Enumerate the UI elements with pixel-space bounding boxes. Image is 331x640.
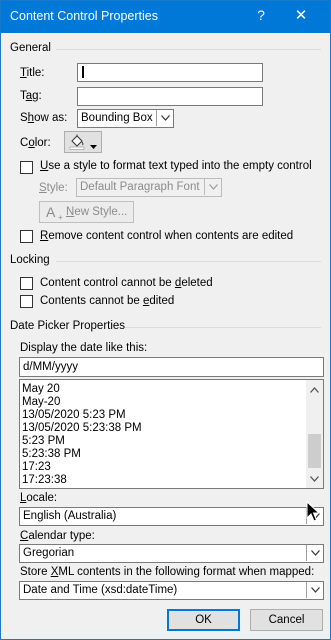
cannot-edit-label: Contents cannot be edited [40, 295, 175, 307]
locking-heading: Locking [10, 254, 50, 266]
locking-divider [56, 261, 321, 262]
close-icon[interactable]: ✕ [293, 6, 309, 24]
calendar-type-label: Calendar type: [20, 530, 95, 542]
chevron-down-icon [306, 545, 323, 561]
date-picker-heading: Date Picker Properties [10, 320, 126, 332]
use-style-label: Use a style to format text typed into th… [40, 160, 312, 172]
ok-button-label: OK [195, 614, 212, 626]
chevron-down-icon [204, 179, 221, 195]
tag-label: Tag: [20, 90, 42, 102]
date-format-input[interactable]: d/MM/yyyy [19, 357, 324, 377]
ok-button[interactable]: OK [167, 609, 240, 631]
show-as-label: Show as: [20, 112, 68, 124]
xml-format-label: Store XML contents in the following form… [20, 566, 315, 578]
show-as-value: Bounding Box [81, 112, 153, 124]
title-bar: Content Control Properties ? ✕ [1, 1, 330, 33]
mouse-cursor-icon [306, 500, 321, 526]
general-heading: General [10, 42, 51, 54]
list-item[interactable]: May 20 [22, 383, 60, 395]
locale-value: English (Australia) [23, 510, 117, 522]
locale-select[interactable]: English (Australia) [19, 507, 324, 526]
list-item[interactable]: 5:23 PM [22, 435, 65, 447]
display-date-label: Display the date like this: [20, 342, 148, 354]
list-item[interactable]: 5:23:38 PM [22, 448, 81, 460]
list-item[interactable]: 17:23 [22, 461, 51, 473]
use-style-checkbox[interactable] [20, 161, 33, 174]
date-format-value: d/MM/yyyy [23, 361, 78, 373]
calendar-type-value: Gregorian [23, 547, 75, 559]
date-picker-divider [125, 327, 321, 328]
caret-down-icon [90, 140, 97, 152]
list-item[interactable]: 17:23:38 [22, 474, 67, 486]
chevron-down-icon [156, 110, 173, 126]
new-style-icon: A [46, 204, 56, 220]
show-as-select[interactable]: Bounding Box [77, 109, 174, 128]
remove-on-edit-label: Remove content control when contents are… [40, 230, 294, 242]
list-item[interactable]: 13/05/2020 5:23 PM [22, 409, 126, 421]
title-label: Title: [20, 67, 45, 79]
general-divider [56, 49, 321, 50]
help-icon[interactable]: ? [253, 7, 269, 23]
color-label: Color: [20, 137, 51, 149]
cannot-edit-checkbox[interactable] [20, 295, 33, 308]
plus-icon: + [58, 213, 63, 222]
style-select[interactable]: Default Paragraph Font [76, 178, 222, 197]
new-style-button[interactable]: A + New Style... [39, 201, 134, 223]
style-value: Default Paragraph Font [80, 181, 200, 193]
calendar-type-select[interactable]: Gregorian [19, 544, 324, 563]
content-control-properties-dialog: Content Control Properties ? ✕ General T… [0, 0, 331, 640]
locale-label: Locale: [20, 492, 58, 504]
new-style-label: New Style... [66, 206, 128, 218]
cancel-button[interactable]: Cancel [250, 609, 323, 631]
xml-format-select[interactable]: Date and Time (xsd:dateTime) [19, 581, 324, 600]
list-item[interactable]: May-20 [22, 396, 60, 408]
dialog-title: Content Control Properties [10, 9, 158, 23]
scroll-up-icon[interactable] [306, 381, 323, 398]
list-scrollbar[interactable] [306, 380, 323, 488]
tag-input[interactable] [77, 87, 263, 106]
list-item[interactable]: 13/05/2020 5:23:38 PM [22, 422, 142, 434]
scrollbar-thumb[interactable] [308, 434, 321, 468]
title-input[interactable] [77, 63, 263, 82]
color-picker-button[interactable] [64, 131, 102, 153]
text-caret [82, 66, 84, 78]
cancel-button-label: Cancel [268, 614, 305, 626]
cannot-delete-label: Content control cannot be deleted [40, 277, 213, 289]
scroll-down-icon[interactable] [306, 470, 323, 487]
style-label: Style: [39, 182, 68, 194]
paint-bucket-icon [69, 134, 85, 153]
remove-on-edit-checkbox[interactable] [20, 230, 33, 243]
xml-format-value: Date and Time (xsd:dateTime) [23, 584, 178, 596]
date-format-list[interactable]: May 20 May-20 13/05/2020 5:23 PM 13/05/2… [19, 379, 324, 489]
cannot-delete-checkbox[interactable] [20, 277, 33, 290]
chevron-down-icon [306, 582, 323, 598]
